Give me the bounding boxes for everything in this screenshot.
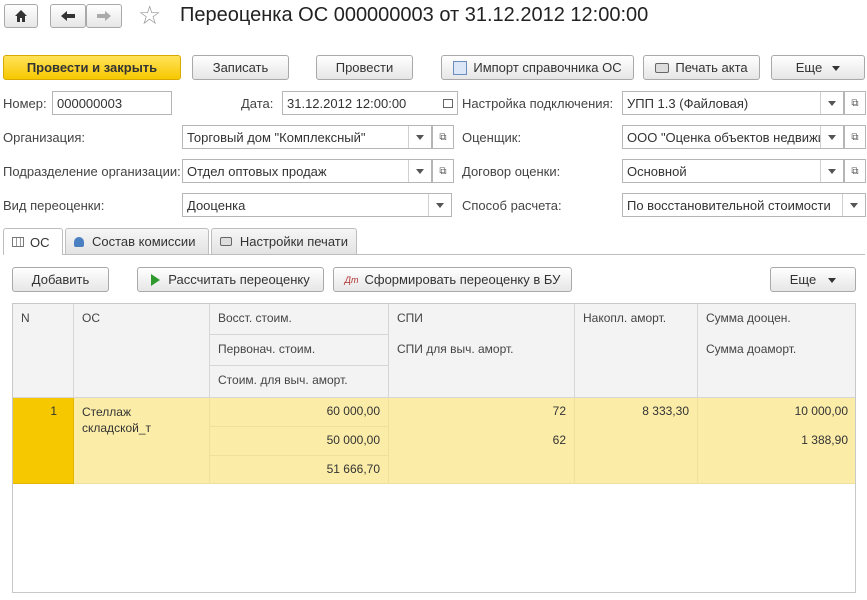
header-n[interactable]: N (13, 304, 74, 398)
add-button[interactable]: Добавить (12, 267, 109, 292)
cell-spi[interactable]: 72 (389, 398, 575, 427)
save-button[interactable]: Записать (192, 55, 289, 80)
post-and-close-button[interactable]: Провести и закрыть (3, 55, 181, 80)
tab-print-settings[interactable]: Настройки печати (211, 228, 357, 254)
header-accum-amort[interactable]: Накопл. аморт. (575, 304, 698, 398)
tab-os[interactable]: ОС (3, 228, 63, 255)
header-restore-cost[interactable]: Восст. стоим. (210, 304, 389, 335)
contract-label: Договор оценки: (462, 164, 561, 179)
dropdown-icon[interactable] (842, 194, 865, 216)
open-contract-button[interactable]: ⧉ (844, 159, 866, 183)
user-icon (74, 236, 84, 247)
dropdown-icon[interactable] (428, 194, 451, 216)
header-spi[interactable]: СПИ (389, 304, 575, 335)
cell-sum-reval[interactable]: 10 000,00 (698, 398, 855, 427)
open-connection-button[interactable]: ⧉ (844, 91, 866, 115)
cell-amort-cost[interactable]: 51 666,70 (210, 456, 389, 484)
calculate-revaluation-button[interactable]: Рассчитать переоценку (137, 267, 324, 292)
printer-icon (655, 62, 670, 73)
header-amort-cost[interactable]: Стоим. для выч. аморт. (210, 366, 389, 398)
assets-table[interactable]: N ОС Восст. стоим. Первонач. стоим. Стои… (12, 303, 856, 593)
header-sum-amort[interactable]: Сумма доаморт. (698, 335, 855, 398)
cell-initial-cost[interactable]: 50 000,00 (210, 427, 389, 456)
header-spi-amort[interactable]: СПИ для выч. аморт. (389, 335, 575, 398)
arrow-right-icon (97, 11, 111, 21)
printer-icon (220, 237, 232, 246)
open-organization-button[interactable]: ⧉ (432, 125, 454, 149)
import-catalog-button[interactable]: Импорт справочника ОС (441, 55, 634, 80)
connection-label: Настройка подключения: (462, 96, 614, 111)
open-icon: ⧉ (439, 165, 447, 177)
number-label: Номер: (3, 96, 47, 111)
cell-restore-cost[interactable]: 60 000,00 (210, 398, 389, 427)
tab-commission[interactable]: Состав комиссии (65, 228, 209, 254)
table-more-button[interactable]: Еще (770, 267, 856, 292)
post-button[interactable]: Провести (316, 55, 413, 80)
appraiser-select[interactable]: ООО "Оценка объектов недвижи (622, 125, 844, 149)
home-button[interactable] (4, 4, 38, 28)
revaluation-type-select[interactable]: Дооценка (182, 193, 452, 217)
forward-button[interactable] (86, 4, 122, 28)
open-icon: ⧉ (851, 97, 859, 109)
open-icon: ⧉ (439, 131, 447, 143)
cell-os[interactable]: Стеллаж складской_т (74, 398, 210, 484)
organization-select[interactable]: Торговый дом "Комплексный" (182, 125, 432, 149)
department-label: Подразделение организации: (3, 164, 181, 179)
print-act-button[interactable]: Печать акта (643, 55, 760, 80)
import-icon (453, 60, 468, 75)
number-field[interactable]: 000000003 (52, 91, 172, 115)
back-button[interactable] (50, 4, 86, 28)
accounting-entry-icon: Дт (344, 274, 359, 285)
arrow-left-icon (61, 11, 75, 21)
play-icon (151, 273, 161, 286)
open-icon: ⧉ (851, 131, 859, 143)
tabs-baseline (3, 254, 865, 255)
header-initial-cost[interactable]: Первонач. стоим. (210, 335, 389, 366)
home-icon (15, 10, 27, 22)
header-os[interactable]: ОС (74, 304, 210, 398)
dropdown-icon[interactable] (820, 126, 843, 148)
dropdown-icon[interactable] (820, 92, 843, 114)
revaluation-type-label: Вид переоценки: (3, 198, 105, 213)
cell-sum-amort[interactable]: 1 388,90 (698, 427, 855, 484)
dropdown-icon[interactable] (820, 160, 843, 182)
chevron-down-icon (828, 277, 837, 287)
favorite-star-icon[interactable]: ☆ (138, 2, 161, 28)
cell-accum-amort[interactable]: 8 333,30 (575, 398, 698, 484)
date-label: Дата: (241, 96, 274, 111)
page-title: Переоценка ОС 000000003 от 31.12.2012 12… (180, 4, 649, 26)
form-revaluation-bu-button[interactable]: Дт Сформировать переоценку в БУ (333, 267, 572, 292)
more-button[interactable]: Еще (771, 55, 865, 80)
open-appraiser-button[interactable]: ⧉ (844, 125, 866, 149)
calc-method-select[interactable]: По восстановительной стоимости (622, 193, 866, 217)
department-select[interactable]: Отдел оптовых продаж (182, 159, 432, 183)
cell-n[interactable]: 1 (13, 398, 74, 484)
date-field[interactable]: 31.12.2012 12:00:00 (282, 91, 458, 115)
contract-select[interactable]: Основной (622, 159, 844, 183)
dropdown-icon[interactable] (408, 160, 431, 182)
dropdown-icon[interactable] (408, 126, 431, 148)
connection-select[interactable]: УПП 1.3 (Файловая) (622, 91, 844, 115)
cell-spi-amort[interactable]: 62 (389, 427, 575, 484)
calc-method-label: Способ расчета: (462, 198, 562, 213)
header-sum-reval[interactable]: Сумма дооцен. (698, 304, 855, 335)
open-icon: ⧉ (851, 165, 859, 177)
calendar-icon[interactable] (439, 98, 457, 108)
organization-label: Организация: (3, 130, 86, 145)
table-icon (12, 237, 24, 247)
open-department-button[interactable]: ⧉ (432, 159, 454, 183)
chevron-down-icon (832, 65, 841, 75)
appraiser-label: Оценщик: (462, 130, 522, 145)
